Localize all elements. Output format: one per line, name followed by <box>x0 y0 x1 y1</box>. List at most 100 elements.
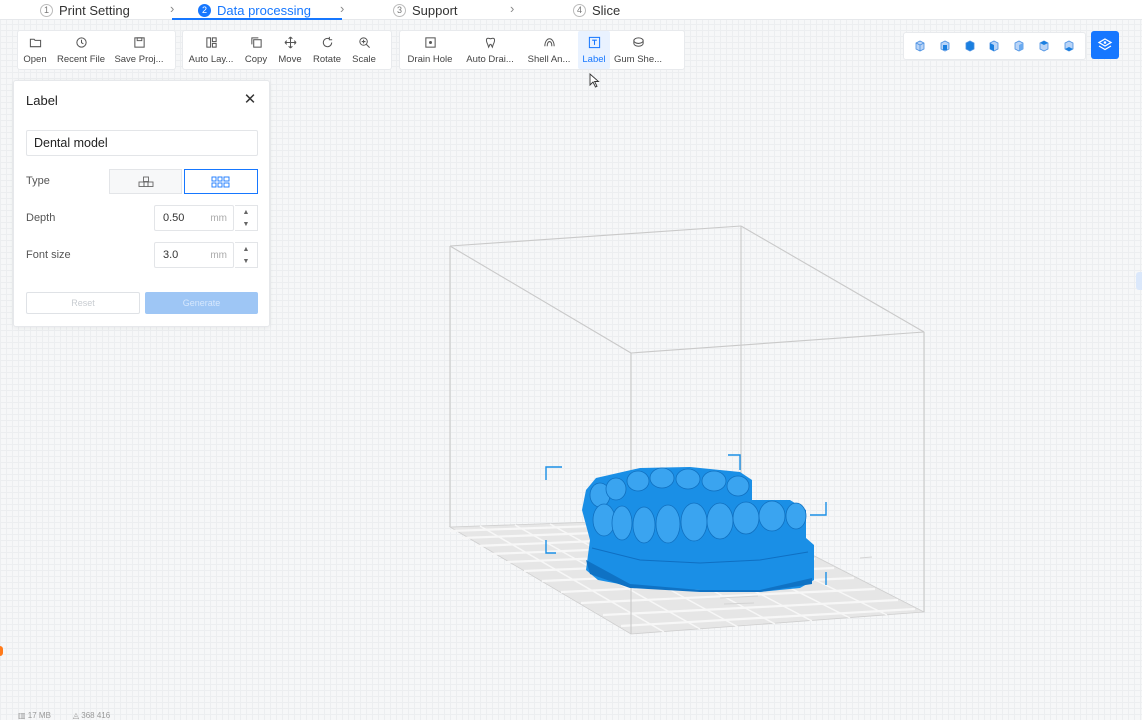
file-toolbar: Open Recent File Save Proj... <box>17 30 176 70</box>
depth-unit: mm <box>210 212 227 224</box>
label-label: Label <box>582 53 606 65</box>
top-view-icon[interactable] <box>1037 39 1051 53</box>
depth-label: Depth <box>26 212 56 224</box>
label-text-input[interactable]: Dental model <box>26 130 258 156</box>
memory-status: ▥ 17 MB <box>18 711 51 720</box>
step-support[interactable]: 3 Support <box>393 0 458 20</box>
auto-layout-button[interactable]: Auto Lay... <box>183 31 239 69</box>
layout-icon <box>205 36 217 48</box>
back-view-icon[interactable] <box>963 39 977 53</box>
move-label: Move <box>278 53 302 65</box>
depth-value: 0.50 <box>163 212 185 224</box>
open-button[interactable]: Open <box>18 31 52 69</box>
type-embossed-toggle[interactable] <box>109 169 182 194</box>
font-size-stepper[interactable]: ▲ ▼ <box>235 242 258 268</box>
recent-file-button[interactable]: Recent File <box>52 31 110 69</box>
generate-button[interactable]: Generate <box>145 292 258 314</box>
step-number: 2 <box>198 3 211 17</box>
step-print-setting[interactable]: 1 Print Setting <box>40 0 130 20</box>
step-number: 3 <box>393 3 406 17</box>
chevron-right-icon: › <box>340 1 345 16</box>
tooth-icon <box>485 37 495 48</box>
recent-file-label: Recent File <box>56 53 106 65</box>
panel-title: Label <box>26 93 58 108</box>
scale-button[interactable]: Scale <box>347 31 381 69</box>
rotate-label: Rotate <box>313 53 341 65</box>
right-view-icon[interactable] <box>1012 39 1026 53</box>
step-label: Support <box>412 2 458 18</box>
auto-drain-button[interactable]: Auto Drai... <box>460 31 520 69</box>
decrement-icon[interactable]: ▼ <box>235 255 257 267</box>
notification-dot <box>0 646 3 656</box>
font-size-input[interactable]: 3.0 mm <box>154 242 234 268</box>
build-plate <box>448 516 926 635</box>
step-number: 1 <box>40 3 53 17</box>
view-mode-button[interactable] <box>1091 31 1119 59</box>
copy-button[interactable]: Copy <box>239 31 273 69</box>
step-label: Data processing <box>217 2 311 18</box>
memory-value: 17 MB <box>27 711 51 720</box>
front-view-icon[interactable] <box>938 39 952 53</box>
drain-hole-label: Drain Hole <box>407 53 453 65</box>
zoom-icon <box>358 36 370 48</box>
auto-layout-label: Auto Lay... <box>188 53 234 65</box>
save-icon <box>133 36 145 48</box>
copy-icon <box>250 36 262 48</box>
left-view-icon[interactable] <box>987 39 1001 53</box>
gum-sheet-button[interactable]: Gum She... <box>610 31 666 69</box>
label-button[interactable]: Label <box>578 31 610 69</box>
reset-button[interactable]: Reset <box>26 292 140 314</box>
save-project-label: Save Proj... <box>114 53 164 65</box>
step-slice[interactable]: 4 Slice <box>573 0 620 20</box>
build-volume-box <box>449 225 925 634</box>
mouse-cursor-icon <box>589 73 600 88</box>
chevron-right-icon: › <box>510 1 515 16</box>
label-panel: Label ✕ Dental model Type Depth 0.50 mm … <box>13 80 270 327</box>
auto-drain-label: Auto Drai... <box>466 53 514 65</box>
increment-icon[interactable]: ▲ <box>235 206 257 218</box>
text-label-icon <box>588 36 600 48</box>
iso-view-icon[interactable] <box>913 39 927 53</box>
side-panel-handle[interactable] <box>1136 272 1142 290</box>
drain-hole-icon <box>424 36 436 48</box>
chevron-right-icon: › <box>170 1 175 16</box>
move-icon <box>284 36 296 48</box>
move-button[interactable]: Move <box>273 31 307 69</box>
step-data-processing[interactable]: 2 Data processing <box>198 0 311 20</box>
tools-toolbar: Drain Hole Auto Drai... Shell An... Labe… <box>399 30 685 70</box>
steps-bar: 1 Print Setting › 2 Data processing › 3 … <box>0 0 1142 20</box>
close-icon[interactable]: ✕ <box>243 92 257 107</box>
open-label: Open <box>23 53 47 65</box>
shell-icon <box>543 37 555 46</box>
layers-view-icon <box>1097 38 1113 51</box>
decrement-icon[interactable]: ▼ <box>235 218 257 230</box>
font-size-value: 3.0 <box>163 249 179 261</box>
depth-stepper[interactable]: ▲ ▼ <box>235 205 258 231</box>
plate-watermark <box>719 556 873 605</box>
drain-hole-button[interactable]: Drain Hole <box>400 31 460 69</box>
triangle-count-status: ◬ 368 416 <box>72 711 111 720</box>
shell-analysis-label: Shell An... <box>527 53 571 65</box>
depth-input[interactable]: 0.50 mm <box>154 205 234 231</box>
save-project-button[interactable]: Save Proj... <box>110 31 168 69</box>
type-label: Type <box>26 175 50 187</box>
engraved-blocks-icon <box>211 176 230 187</box>
dental-model[interactable] <box>582 467 814 592</box>
edit-toolbar: Auto Lay... Copy Move Rotate Scale <box>182 30 392 70</box>
font-size-label: Font size <box>26 249 71 261</box>
type-engraved-toggle[interactable] <box>184 169 258 194</box>
step-label: Print Setting <box>59 2 130 18</box>
selection-bounds <box>545 454 827 585</box>
increment-icon[interactable]: ▲ <box>235 243 257 255</box>
gum-sheet-label: Gum She... <box>613 53 663 65</box>
gum-sheet-icon <box>632 36 644 47</box>
step-label: Slice <box>592 2 621 18</box>
shell-analysis-button[interactable]: Shell An... <box>520 31 578 69</box>
rotate-button[interactable]: Rotate <box>307 31 347 69</box>
folder-icon <box>29 38 41 47</box>
clock-icon <box>75 36 87 48</box>
status-bar: ▥ 17 MB ◬ 368 416 <box>18 711 110 720</box>
active-step-indicator <box>172 18 342 20</box>
font-size-unit: mm <box>210 249 227 261</box>
bottom-view-icon[interactable] <box>1062 39 1076 53</box>
